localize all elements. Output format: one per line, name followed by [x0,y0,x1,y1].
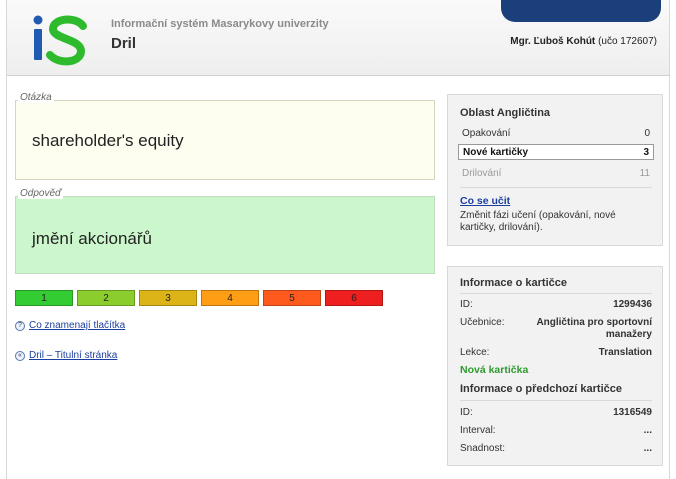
card-info-title: Informace o kartičce [460,277,567,289]
textbook-label: Učebnice: [460,317,505,328]
interval-value: ... [643,425,652,436]
stat-row-drill[interactable]: Drilování 11 [458,165,654,181]
new-card-badge: Nová kartička [460,364,529,376]
stat-value: 11 [639,167,650,179]
prev-id-value: 1316549 [613,407,652,418]
card-id-row: ID: 1299436 [460,299,652,310]
textbook-value: Angličtina pro sportovní manažery [536,317,652,340]
grade-button-5[interactable]: 5 [263,290,321,306]
help-link-row: ? Co znamenají tlačítka [15,320,125,331]
grade-button-3[interactable]: 3 [139,290,197,306]
system-name: Informační systém Masarykovy univerzity [111,18,329,30]
card-id-label: ID: [460,299,473,310]
grade-button-2[interactable]: 2 [77,290,135,306]
card-info-panel: Informace o kartičce ID: 1299436 Učebnic… [447,266,663,466]
lesson-label: Lekce: [460,347,490,358]
stat-label: Nové kartičky [463,146,529,158]
home-link-row: « Dril – Titulní stránka [15,350,117,361]
app-name: Dril [111,35,137,52]
divider [460,187,652,188]
divider [460,400,652,401]
previous-card-title: Informace o předchozí kartičce [460,383,622,395]
lesson-row: Lekce: Translation [460,347,652,358]
difficulty-value: ... [643,443,652,454]
prev-id-row: ID: 1316549 [460,407,652,418]
question-text: shareholder's equity [32,131,184,150]
answer-text: jmění akcionářů [32,229,153,248]
answer-legend: Odpověď [18,188,64,199]
back-arrow-icon: « [15,350,25,361]
dril-home-link[interactable]: Dril – Titulní stránka [29,350,117,361]
difficulty-row: Snadnost: ... [460,443,652,454]
stat-label: Opakování [462,127,511,139]
question-legend: Otázka [18,92,54,103]
grade-buttons: 1 2 3 4 5 6 [15,290,383,306]
question-box: Otázka shareholder's equity [15,92,435,180]
grade-button-1[interactable]: 1 [15,290,73,306]
stat-label: Drilování [462,167,502,179]
is-logo-icon[interactable] [29,12,91,66]
what-to-learn-description: Změnit fázi učení (opakování, nové karti… [460,210,616,233]
user-name: Mgr. Ľuboš Kohút [510,36,596,47]
user-info: Mgr. Ľuboš Kohút (učo 172607) [510,36,657,47]
help-icon: ? [15,320,25,331]
top-tab[interactable] [501,0,661,22]
user-uco: (učo 172607) [598,36,657,47]
lesson-value: Translation [598,347,652,358]
buttons-help-link[interactable]: Co znamenají tlačítka [29,320,125,331]
stat-value: 3 [643,146,649,158]
grade-button-6[interactable]: 6 [325,290,383,306]
textbook-row: Učebnice: Angličtina pro sportovní manaž… [460,317,652,340]
answer-box: Odpověď jmění akcionářů [15,188,435,274]
page-frame: Informační systém Masarykovy univerzity … [6,0,670,479]
prev-id-label: ID: [460,407,473,418]
difficulty-label: Snadnost: [460,443,506,454]
stat-row-review[interactable]: Opakování 0 [458,125,654,141]
area-panel: Oblast Angličtina Opakování 0 Nové karti… [447,94,663,246]
card-id-value: 1299436 [613,299,652,310]
divider [460,293,652,294]
interval-row: Interval: ... [460,425,652,436]
header: Informační systém Masarykovy univerzity … [7,0,669,76]
area-title: Oblast Angličtina [460,107,551,119]
stat-value: 0 [644,127,650,139]
interval-label: Interval: [460,425,496,436]
stat-row-new-cards[interactable]: Nové kartičky 3 [458,144,654,160]
grade-button-4[interactable]: 4 [201,290,259,306]
what-to-learn-link[interactable]: Co se učit [460,195,510,207]
